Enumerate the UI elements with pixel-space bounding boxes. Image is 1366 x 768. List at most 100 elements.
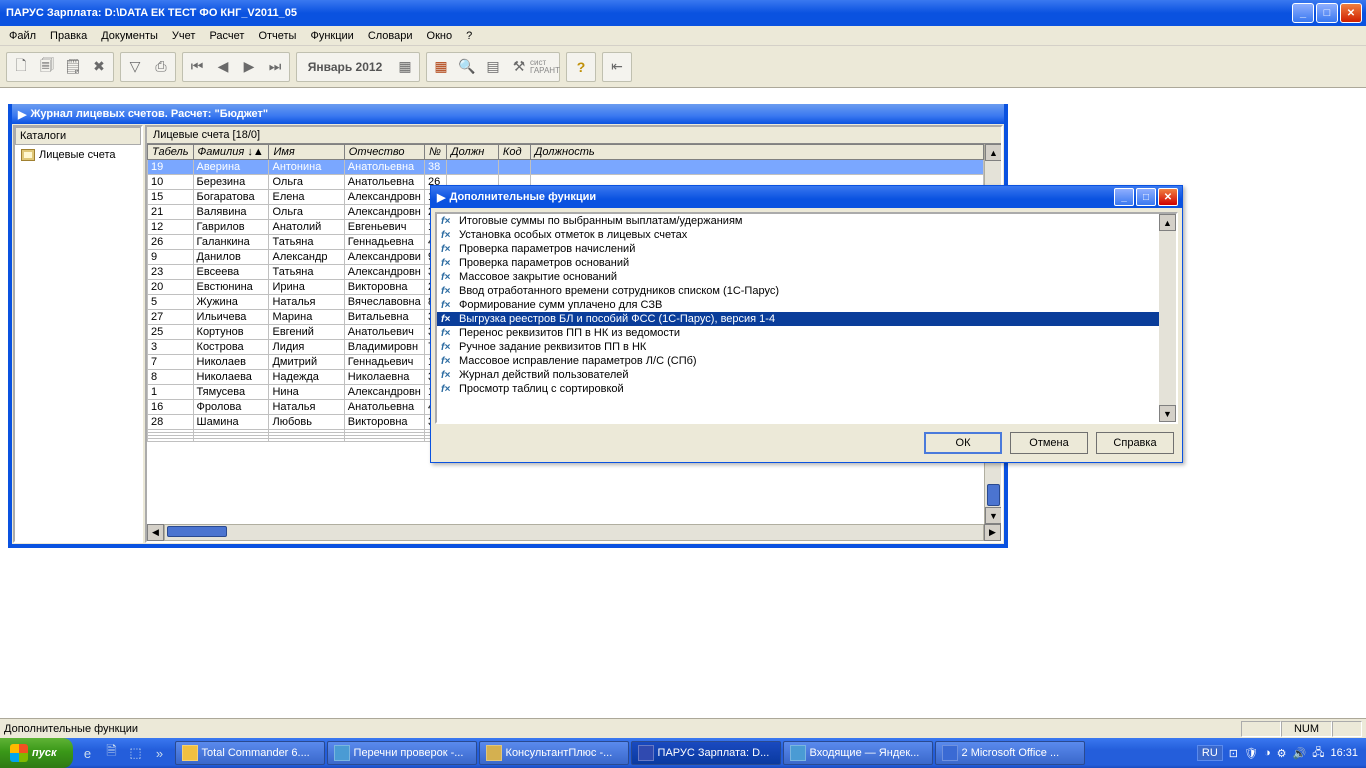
tree-item-label: Лицевые счета [39,149,115,161]
window-minimize-button[interactable] [1292,3,1314,23]
journal-titlebar[interactable]: ▶ Журнал лицевых счетов. Расчет: "Бюджет… [12,104,1004,124]
window-close-button[interactable] [1340,3,1362,23]
function-list-item[interactable]: f×Просмотр таблиц с сортировкой [437,382,1159,396]
edit-icon[interactable]: 🗒 [60,54,86,80]
function-list-item[interactable]: f×Ручное задание реквизитов ПП в НК [437,340,1159,354]
calendar-icon[interactable]: ▦ [392,54,418,80]
column-header[interactable]: Имя [269,145,344,160]
column-header[interactable]: Фамилия ↓▲ [193,145,269,160]
function-list-item[interactable]: f×Массовое исправление параметров Л/С (С… [437,354,1159,368]
table-icon[interactable]: ▤ [480,54,506,80]
column-header[interactable]: Отчество [344,145,424,160]
ql-doc-icon[interactable]: 🗎 [101,741,123,765]
fx-icon: f× [441,258,455,269]
menu-item[interactable]: Окно [420,28,460,44]
grid-horizontal-scrollbar[interactable]: ◀ ▶ [147,524,1001,541]
column-header[interactable]: Табель [148,145,194,160]
fx-icon: f× [441,286,455,297]
ql-chevron-icon[interactable]: » [149,741,171,765]
tray-icon[interactable]: 🖧 [1312,744,1324,763]
help-button[interactable]: Справка [1096,432,1174,454]
taskbar-button[interactable]: Total Commander 6.... [175,741,325,765]
cancel-button[interactable]: Отмена [1010,432,1088,454]
menu-item[interactable]: ? [459,28,479,44]
dialog-maximize-button[interactable]: □ [1136,188,1156,206]
delete-icon[interactable]: ✖ [86,54,112,80]
tray-icon[interactable]: ⚙ [1277,747,1287,760]
function-list-item[interactable]: f×Итоговые суммы по выбранным выплатам/у… [437,214,1159,228]
ok-button[interactable]: ОК [924,432,1002,454]
menu-item[interactable]: Учет [165,28,203,44]
function-list-item[interactable]: f×Проверка параметров начислений [437,242,1159,256]
menu-item[interactable]: Функции [303,28,360,44]
menu-item[interactable]: Документы [94,28,165,44]
print-icon[interactable]: ⎙ [148,54,174,80]
tray-icon[interactable]: ⊡ [1229,747,1238,760]
column-header[interactable]: Код [498,145,530,160]
view-icon[interactable]: 🔍 [454,54,480,80]
taskbar-button[interactable]: КонсультантПлюс -... [479,741,629,765]
scroll-right-icon[interactable]: ▶ [984,524,1001,541]
scroll-up-icon[interactable]: ▲ [1159,214,1176,231]
menu-item[interactable]: Отчеты [251,28,303,44]
taskbar-button[interactable]: ПАРУС Зарплата: D... [631,741,781,765]
first-icon[interactable]: ⏮ [184,54,210,80]
prev-icon[interactable]: ◀ [210,54,236,80]
window-maximize-button[interactable] [1316,3,1338,23]
system-tray[interactable]: RU ⊡ 🛡 ◑ ⚙ 🔊 🖧 16:31 [1193,744,1362,763]
start-button[interactable]: пуск [0,738,73,768]
windows-logo-icon [10,744,28,762]
dialog-close-button[interactable]: ✕ [1158,188,1178,206]
function-list-item[interactable]: f×Массовое закрытие оснований [437,270,1159,284]
functions-list[interactable]: f×Итоговые суммы по выбранным выплатам/у… [437,214,1159,422]
scroll-up-icon[interactable]: ▲ [985,144,1001,161]
menu-item[interactable]: Расчет [202,28,251,44]
scroll-down-icon[interactable]: ▼ [985,507,1001,524]
garant-icon[interactable]: систГАРАНТ [532,54,558,80]
tree-item-accounts[interactable]: Лицевые счета [17,147,139,163]
table-row[interactable]: 19АверинаАнтонинаАнатольевна38 [148,160,984,175]
exit-icon[interactable]: ⇤ [604,54,630,80]
language-indicator[interactable]: RU [1197,745,1223,761]
last-icon[interactable]: ⏭ [262,54,288,80]
tray-icon[interactable]: 🔊 [1293,747,1307,760]
taskbar-button[interactable]: Перечни проверок -... [327,741,477,765]
function-list-item[interactable]: f×Журнал действий пользователей [437,368,1159,382]
menu-item[interactable]: Словари [361,28,420,44]
status-num-lock: NUM [1281,721,1332,737]
help-icon[interactable]: ? [568,54,594,80]
copy-icon[interactable]: 🗐 [34,54,60,80]
scroll-left-icon[interactable]: ◀ [147,524,164,541]
next-icon[interactable]: ▶ [236,54,262,80]
main-menubar: ФайлПравкаДокументыУчетРасчетОтчетыФункц… [0,26,1366,46]
function-list-item[interactable]: f×Перенос реквизитов ПП в НК из ведомост… [437,326,1159,340]
taskbar-button[interactable]: 2 Microsoft Office ... [935,741,1085,765]
taskbar-button[interactable]: Входящие — Яндек... [783,741,933,765]
function-list-item[interactable]: f×Ввод отработанного времени сотрудников… [437,284,1159,298]
calc-icon[interactable]: ▦ [428,54,454,80]
dialog-titlebar[interactable]: ▶Дополнительные функции _ □ ✕ [431,186,1182,208]
menu-item[interactable]: Файл [2,28,43,44]
function-list-item[interactable]: f×Установка особых отметок в лицевых сче… [437,228,1159,242]
ql-desktop-icon[interactable]: ⬚ [125,741,147,765]
column-header[interactable]: Должн [446,145,498,160]
additional-functions-dialog: ▶Дополнительные функции _ □ ✕ f×Итоговые… [430,185,1183,463]
menu-item[interactable]: Правка [43,28,94,44]
function-list-item[interactable]: f×Выгрузка реестров БЛ и пособий ФСС (1С… [437,312,1159,326]
dialog-minimize-button[interactable]: _ [1114,188,1134,206]
tools-icon[interactable]: ⚒ [506,54,532,80]
list-vertical-scrollbar[interactable]: ▲ ▼ [1159,214,1176,422]
tray-clock[interactable]: 16:31 [1330,747,1358,759]
ql-ie-icon[interactable]: e [77,741,99,765]
tray-icon[interactable]: ◑ [1264,747,1271,759]
statusbar: Дополнительные функции NUM [0,718,1366,738]
function-label: Журнал действий пользователей [459,369,629,381]
scroll-down-icon[interactable]: ▼ [1159,405,1176,422]
new-document-icon[interactable]: 🗋 [8,54,34,80]
tray-icon[interactable]: 🛡 [1244,747,1258,760]
column-header[interactable]: № [424,145,446,160]
column-header[interactable]: Должность [530,145,983,160]
filter-icon[interactable]: ▽ [122,54,148,80]
function-list-item[interactable]: f×Проверка параметров оснований [437,256,1159,270]
function-list-item[interactable]: f×Формирование сумм уплачено для СЗВ [437,298,1159,312]
